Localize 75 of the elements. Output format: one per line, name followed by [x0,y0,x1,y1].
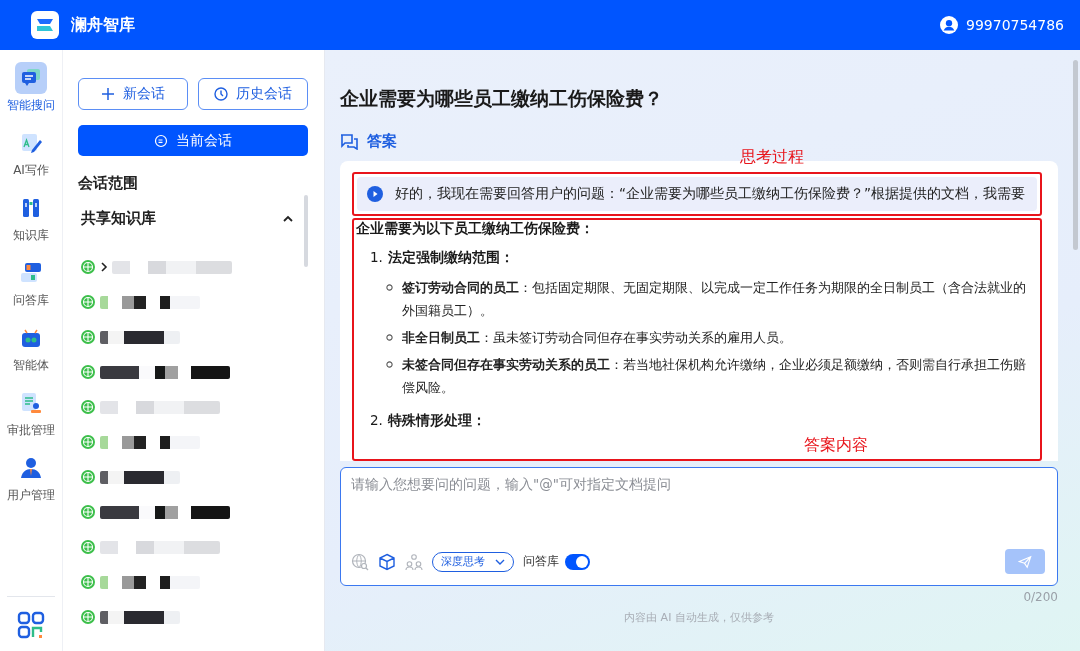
nav-item[interactable]: 知识库 [13,192,49,257]
globe-icon [80,294,96,310]
nav-item[interactable]: 智能体 [13,322,49,387]
person-icon [19,456,43,480]
redacted-name-block[interactable] [100,610,180,624]
group-header[interactable]: 共享知识库 [78,193,308,228]
scrollbar[interactable] [304,195,308,267]
scrollbar[interactable] [1073,60,1078,250]
app-name: 澜舟智库 [71,14,135,36]
document-stamp-icon [19,391,43,415]
nav-item[interactable]: 用户管理 [7,452,55,517]
play-icon[interactable] [367,186,383,202]
bullet-icon [386,361,393,368]
bullet-text: 非全日制员工：虽未签订劳动合同但存在事实劳动关系的雇用人员。 [402,329,792,347]
user-id[interactable]: 99970754786 [966,17,1064,33]
history-button[interactable]: 历史会话 [198,78,308,110]
section-heading: 特殊情形处理： [387,411,486,429]
cube-icon[interactable] [378,552,396,571]
group-title: 共享知识库 [81,209,156,228]
user-avatar-icon[interactable] [940,16,958,34]
new-chat-button[interactable]: 新会话 [78,78,188,110]
disclaimer-text: 内容由 AI 自动生成，仅供参考 [623,610,775,625]
clock-icon [214,87,228,101]
globe-icon [80,364,96,380]
app-grid-icon[interactable] [17,611,45,639]
send-icon [1018,554,1032,569]
thinking-text: 好的，我现在需要回答用户的问题：“企业需要为哪些员工缴纳工伤保险费？”根据提供的文档，我需要 [395,185,1025,203]
globe-icon [80,399,96,415]
globe-icon [80,504,96,520]
question-title: 企业需要为哪些员工缴纳工伤保险费？ [340,86,664,111]
redacted-name-block[interactable] [100,505,230,519]
current-chat-button[interactable]: 当前会话 [78,125,308,156]
app-logo-icon [31,11,59,39]
thinking-bar[interactable]: 好的，我现在需要回答用户的问题：“企业需要为哪些员工缴纳工伤保险费？”根据提供的文档，我需要 [357,177,1037,211]
list-number: 1. [370,248,383,266]
annotation-label: 答案内容 [804,435,868,456]
question-input-box[interactable]: 请输入您想要问的问题，输入"@"可对指定文档提问 深度思考 问答库 [340,467,1058,586]
globe-icon [80,434,96,450]
bullet-icon [386,284,393,291]
chat-bubbles-icon [340,133,358,150]
bullet-icon [386,334,393,341]
bullet-text: 签订劳动合同的员工：包括固定期限、无固定期限、以完成一定工作任务为期限的全日制员工（含合法就业的外国籍员工）。 [402,279,1027,320]
toggle-label: 问答库 [523,553,559,570]
chevron-right-icon[interactable] [100,262,108,272]
nav-item[interactable]: 问答库 [13,257,49,322]
caret-icon [495,558,505,565]
globe-icon [80,609,96,625]
redacted-name-block[interactable] [100,575,200,589]
globe-icon [80,329,96,345]
answer-intro: 企业需要为以下员工缴纳工伤保险费： [356,220,595,236]
globe-icon [80,259,96,275]
redacted-name-block[interactable] [100,365,230,379]
section-title: 会话范围 [78,174,139,193]
globe-icon [80,539,96,555]
qa-bubbles-icon [19,261,43,285]
redacted-name-block[interactable] [100,470,180,484]
bullet-text: 未签合同但存在事实劳动关系的员工：若当地社保机构允许缴纳，企业必须足额缴纳，否则需自行承担工伤赔偿风险。 [402,356,1027,397]
pencil-icon [19,131,43,155]
nav-item[interactable]: 审批管理 [7,387,55,452]
toggle-switch[interactable] [565,553,590,570]
plus-icon [101,87,115,101]
globe-icon [80,574,96,590]
section-heading: 法定强制缴纳范围： [387,248,514,266]
answer-heading: 答案 [367,132,397,151]
list-number: 2. [370,411,383,429]
chat-bubble-icon [154,133,168,148]
redacted-name-block[interactable] [100,435,200,449]
redacted-name-block[interactable] [100,330,180,344]
mode-dropdown[interactable]: 深度思考 [432,551,514,572]
annotation-label: 思考过程 [740,147,804,168]
globe-icon [80,469,96,485]
nav-item[interactable]: 智能搜问 [7,62,55,127]
character-counter: 0/200 [1022,590,1058,604]
redacted-name-block[interactable] [100,295,200,309]
nav-item[interactable]: AI写作 [13,127,49,192]
